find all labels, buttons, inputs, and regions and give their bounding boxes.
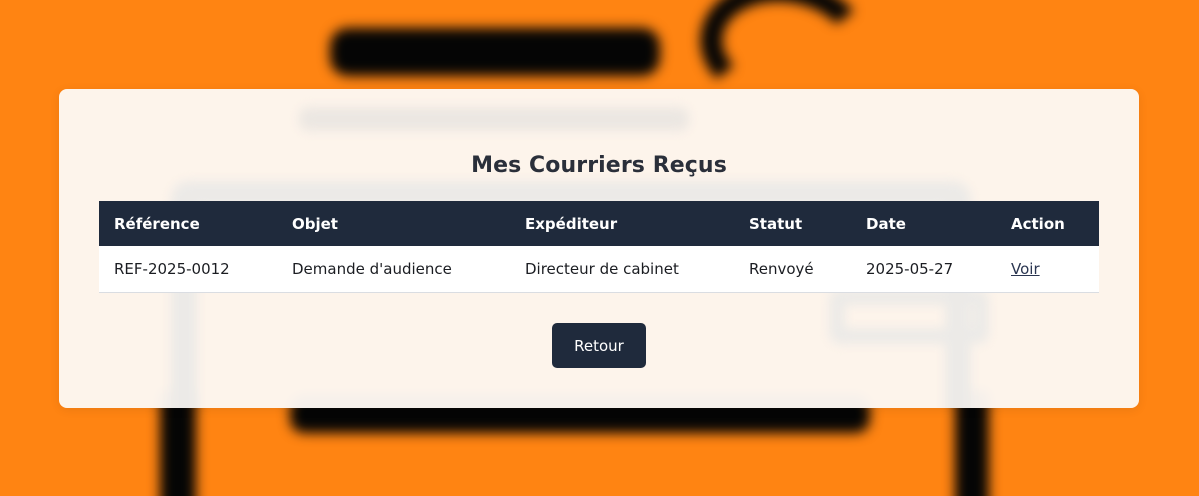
back-button[interactable]: Retour — [552, 323, 646, 368]
column-header-expediteur: Expéditeur — [525, 214, 618, 233]
mail-card: Mes Courriers Reçus Référence Objet Expé… — [59, 89, 1139, 408]
column-header-objet: Objet — [292, 214, 338, 233]
cell-expediteur: Directeur de cabinet — [525, 259, 679, 278]
cell-action: Voir — [996, 246, 1099, 292]
column-header-statut: Statut — [749, 214, 803, 233]
background-shape — [829, 289, 989, 344]
cell-reference: REF-2025-0012 — [114, 259, 230, 278]
mail-table: Référence Objet Expéditeur Statut Date A… — [99, 201, 1099, 293]
view-link[interactable]: Voir — [1011, 260, 1040, 278]
column-header-action: Action — [1011, 214, 1065, 233]
background-shape — [299, 107, 689, 131]
table-header-row: Référence Objet Expéditeur Statut Date A… — [99, 201, 1099, 246]
page-title: Mes Courriers Reçus — [471, 153, 727, 178]
table-row: REF-2025-0012 Demande d'audience Directe… — [99, 246, 1099, 292]
column-header-date: Date — [866, 214, 906, 233]
cell-statut: Renvoyé — [749, 259, 814, 278]
cell-date: 2025-05-27 — [866, 259, 954, 278]
column-header-reference: Référence — [114, 214, 200, 233]
background-shape — [330, 28, 660, 76]
cell-objet: Demande d'audience — [292, 259, 452, 278]
